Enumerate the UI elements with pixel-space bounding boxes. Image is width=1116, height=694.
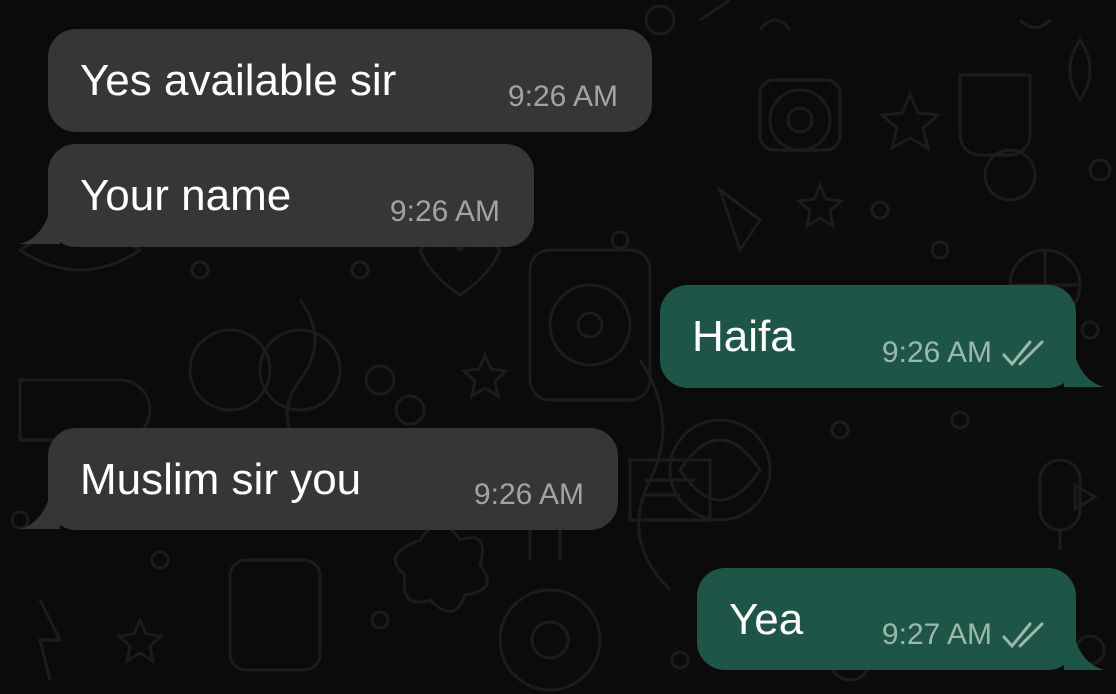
message-timestamp: 9:26 AM <box>473 478 584 511</box>
message-timestamp: 9:26 AM <box>507 80 618 113</box>
message-text: Muslim sir you <box>80 455 362 504</box>
message-timestamp: 9:26 AM <box>389 195 500 228</box>
message-bubble-incoming[interactable]: Your name 9:26 AM <box>48 144 534 247</box>
message-text: Yea <box>729 595 804 644</box>
message-timestamp: 9:27 AM <box>881 618 992 651</box>
message-bubble-incoming[interactable]: Muslim sir you 9:26 AM <box>48 428 618 530</box>
message-bubble-outgoing[interactable]: Haifa 9:26 AM <box>660 285 1076 388</box>
message-meta: 9:27 AM <box>882 620 1048 650</box>
message-meta: 9:26 AM <box>882 338 1048 368</box>
double-check-icon <box>1002 622 1044 649</box>
message-timestamp: 9:26 AM <box>881 336 992 369</box>
message-bubble-incoming[interactable]: Yes available sir 9:26 AM <box>48 29 652 132</box>
message-bubble-outgoing[interactable]: Yea 9:27 AM <box>697 568 1076 670</box>
message-text: Haifa <box>692 312 795 361</box>
message-text: Your name <box>80 171 292 220</box>
message-text: Yes available sir <box>80 56 397 105</box>
double-check-icon <box>1002 340 1044 367</box>
